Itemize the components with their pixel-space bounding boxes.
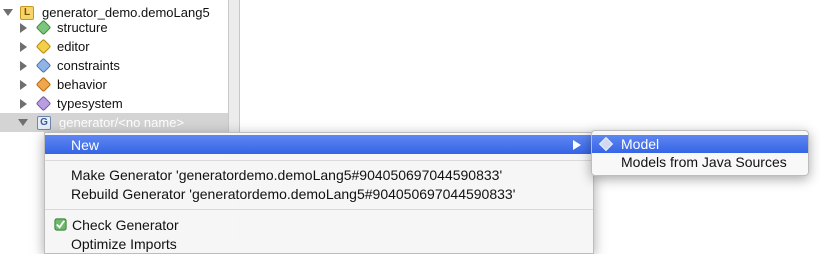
tree-node-typesystem[interactable]: typesystem	[20, 94, 123, 113]
generator-icon: G	[37, 115, 51, 130]
submenu-item-label: Models from Java Sources	[621, 154, 787, 170]
tree-node-label: constraints	[57, 58, 120, 73]
structure-aspect-icon	[35, 19, 52, 36]
menu-separator	[45, 209, 593, 210]
menu-item-label: Optimize Imports	[71, 235, 177, 252]
menu-item-label: New	[71, 136, 100, 153]
tree-node-constraints[interactable]: constraints	[20, 56, 120, 75]
tree-node-label: editor	[57, 39, 90, 54]
expand-arrow-icon[interactable]	[20, 41, 27, 52]
menu-item-new[interactable]: New	[45, 135, 593, 154]
tree-node-behavior[interactable]: behavior	[20, 75, 107, 94]
behavior-aspect-icon	[35, 76, 52, 93]
editor-aspect-icon	[35, 38, 52, 55]
constraints-aspect-icon	[35, 57, 52, 74]
expand-arrow-icon[interactable]	[20, 79, 27, 90]
expand-arrow-icon[interactable]	[20, 22, 27, 33]
menu-item-label: Check Generator	[72, 216, 179, 233]
tree-node-label: generator/<no name>	[59, 115, 185, 130]
menu-item-optimize-imports[interactable]: Optimize Imports	[45, 234, 593, 253]
expand-arrow-icon[interactable]	[20, 60, 27, 71]
submenu-item-label: Model	[621, 136, 660, 152]
tree-node-label: structure	[57, 20, 108, 35]
submenu-arrow-icon	[573, 140, 581, 150]
typesystem-aspect-icon	[35, 95, 52, 112]
menu-item-rebuild-generator[interactable]: Rebuild Generator 'generatordemo.demoLan…	[45, 184, 593, 203]
tree-node-label: behavior	[57, 77, 107, 92]
submenu-item-model[interactable]: Model	[592, 135, 808, 153]
tree-node-structure[interactable]: structure	[20, 18, 108, 37]
menu-item-make-generator[interactable]: Make Generator 'generatordemo.demoLang5#…	[45, 165, 593, 184]
menu-item-label: Rebuild Generator 'generatordemo.demoLan…	[71, 185, 516, 202]
tree-node-generator[interactable]: G generator/<no name>	[18, 113, 184, 132]
check-generator-icon	[54, 218, 67, 231]
submenu-item-models-from-java-sources[interactable]: Models from Java Sources	[592, 153, 808, 171]
tree-node-editor[interactable]: editor	[20, 37, 90, 56]
menu-item-label: Make Generator 'generatordemo.demoLang5#…	[71, 166, 503, 183]
collapse-arrow-icon[interactable]	[3, 9, 13, 16]
tree-node-label: typesystem	[57, 96, 123, 111]
menu-separator	[45, 160, 593, 161]
collapse-arrow-icon[interactable]	[18, 119, 28, 126]
expand-arrow-icon[interactable]	[20, 98, 27, 109]
model-icon	[598, 136, 614, 152]
new-submenu: Model Models from Java Sources	[591, 130, 809, 176]
context-menu: New Make Generator 'generatordemo.demoLa…	[44, 132, 594, 254]
menu-item-check-generator[interactable]: Check Generator	[45, 215, 593, 234]
